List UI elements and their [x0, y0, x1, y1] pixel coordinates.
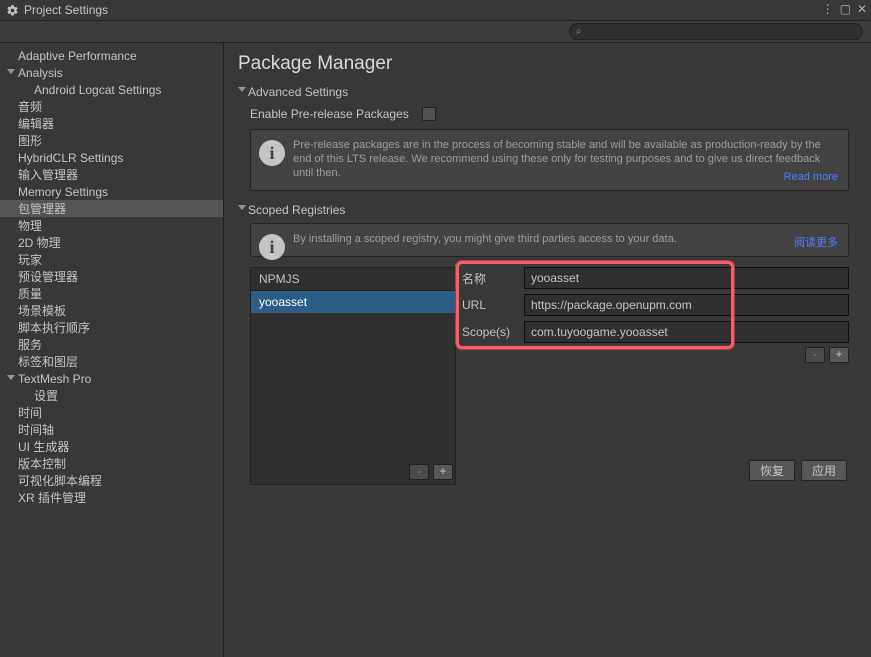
advanced-settings-header[interactable]: Advanced Settings [238, 83, 851, 103]
prerelease-infobox: i Pre-release packages are in the proces… [250, 129, 849, 191]
sidebar-item[interactable]: 图形 [0, 132, 223, 149]
sidebar-item[interactable]: Android Logcat Settings [0, 81, 223, 98]
sidebar-item[interactable]: 服务 [0, 336, 223, 353]
window-titlebar: Project Settings ⋮ ▢ ✕ [0, 0, 871, 21]
registry-name-input[interactable] [524, 267, 849, 289]
sidebar-item[interactable]: 标签和图层 [0, 353, 223, 370]
sidebar-item[interactable]: Analysis [0, 64, 223, 81]
sidebar-item[interactable]: 质量 [0, 285, 223, 302]
sidebar-item[interactable]: 版本控制 [0, 455, 223, 472]
sidebar-item[interactable]: TextMesh Pro [0, 370, 223, 387]
sidebar-item[interactable]: UI 生成器 [0, 438, 223, 455]
registry-list: NPMJSyooasset - + [250, 267, 456, 485]
registry-add-button[interactable]: + [433, 464, 453, 480]
sidebar-item[interactable]: 玩家 [0, 251, 223, 268]
gear-icon [6, 4, 19, 17]
sidebar-item[interactable]: Adaptive Performance [0, 47, 223, 64]
read-more-link[interactable]: Read more [784, 170, 838, 184]
sidebar-item[interactable]: 编辑器 [0, 115, 223, 132]
search-box[interactable]: ⌕ [569, 23, 863, 40]
registry-form: 名称 URL Scope(s) - + 恢复 应用 [462, 267, 849, 485]
sidebar-item[interactable]: XR 插件管理 [0, 489, 223, 506]
menu-icon[interactable]: ⋮ [822, 2, 834, 16]
page-title: Package Manager [238, 53, 851, 75]
sidebar-item[interactable]: 包管理器 [0, 200, 223, 217]
sidebar-item[interactable]: 2D 物理 [0, 234, 223, 251]
close-icon[interactable]: ✕ [857, 2, 867, 16]
scoped-read-more-link[interactable]: 阅读更多 [794, 236, 838, 250]
apply-button[interactable]: 应用 [801, 460, 847, 481]
sidebar-item[interactable]: 可视化脚本编程 [0, 472, 223, 489]
window-title: Project Settings [24, 3, 108, 17]
enable-prerelease-label: Enable Pre-release Packages [250, 107, 422, 121]
sidebar-item[interactable]: 脚本执行顺序 [0, 319, 223, 336]
registry-scope-label: Scope(s) [462, 325, 524, 339]
scoped-info-text: By installing a scoped registry, you mig… [293, 233, 677, 245]
info-icon: i [259, 234, 285, 260]
restore-button[interactable]: 恢复 [749, 460, 795, 481]
scoped-infobox: i By installing a scoped registry, you m… [250, 223, 849, 257]
sidebar-item[interactable]: 时间 [0, 404, 223, 421]
sidebar: Adaptive PerformanceAnalysisAndroid Logc… [0, 43, 224, 657]
maximize-icon[interactable]: ▢ [840, 2, 851, 16]
sidebar-item[interactable]: 输入管理器 [0, 166, 223, 183]
registry-remove-button[interactable]: - [409, 464, 429, 480]
sidebar-item[interactable]: Memory Settings [0, 183, 223, 200]
enable-prerelease-checkbox[interactable] [422, 107, 436, 121]
sidebar-item[interactable]: 设置 [0, 387, 223, 404]
scoped-registries-header[interactable]: Scoped Registries [238, 201, 851, 221]
sidebar-item[interactable]: HybridCLR Settings [0, 149, 223, 166]
sidebar-item[interactable]: 预设管理器 [0, 268, 223, 285]
registry-name-label: 名称 [462, 270, 524, 287]
registry-url-input[interactable] [524, 294, 849, 316]
registry-list-item[interactable]: NPMJS [251, 268, 455, 290]
registry-list-item[interactable]: yooasset [251, 291, 455, 313]
sidebar-item[interactable]: 音频 [0, 98, 223, 115]
info-icon: i [259, 140, 285, 166]
registry-url-label: URL [462, 298, 524, 312]
scope-add-button[interactable]: + [829, 347, 849, 363]
search-input[interactable] [582, 26, 856, 38]
scope-remove-button[interactable]: - [805, 347, 825, 363]
sidebar-item[interactable]: 物理 [0, 217, 223, 234]
prerelease-info-text: Pre-release packages are in the process … [293, 139, 821, 179]
sidebar-item[interactable]: 时间轴 [0, 421, 223, 438]
registry-scope-input[interactable] [524, 321, 849, 343]
sidebar-item[interactable]: 场景模板 [0, 302, 223, 319]
toolbar: ⌕ [0, 21, 871, 43]
